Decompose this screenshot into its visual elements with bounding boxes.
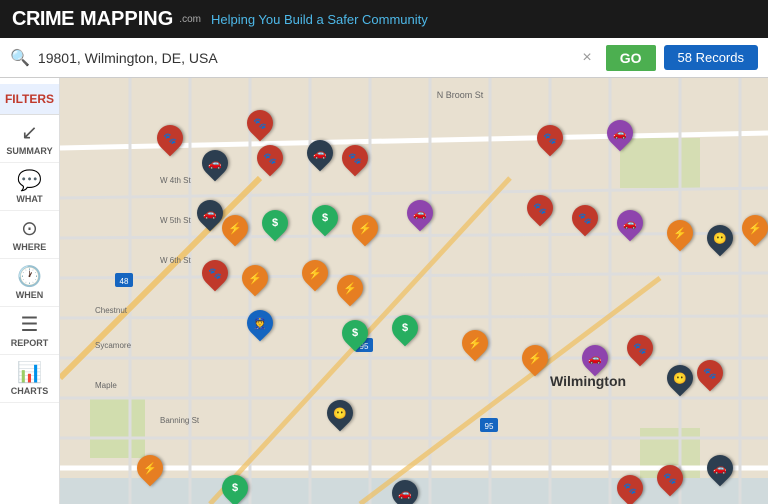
what-icon: 💬 [17,171,42,191]
sidebar-label-what: WHAT [16,194,42,204]
clear-button[interactable]: × [576,47,597,69]
sidebar: FILTERS ↙ SUMMARY 💬 WHAT ⊙ WHERE 🕐 WHEN … [0,78,60,504]
sidebar-label-report: REPORT [11,338,49,348]
main: FILTERS ↙ SUMMARY 💬 WHAT ⊙ WHERE 🕐 WHEN … [0,78,768,504]
sidebar-label-charts: CHARTS [11,386,49,396]
when-icon: 🕐 [17,267,42,287]
svg-text:95: 95 [485,422,494,431]
search-icon: 🔍 [10,48,30,68]
sidebar-item-where[interactable]: ⊙ WHERE [0,211,59,259]
search-input[interactable] [38,50,568,66]
records-button[interactable]: 58 Records [664,45,758,70]
logo-mapping: MAPPING [80,8,173,31]
svg-text:Banning St: Banning St [160,416,200,425]
svg-text:Sycamore: Sycamore [95,341,132,350]
sidebar-item-summary[interactable]: ↙ SUMMARY [0,115,59,163]
go-button[interactable]: GO [606,45,656,71]
tagline: Helping You Build a Safer Community [211,12,428,27]
filters-button[interactable]: FILTERS [0,84,59,115]
svg-text:N Broom St: N Broom St [437,90,484,100]
sidebar-label-when: WHEN [16,290,44,300]
report-icon: ☰ [21,315,39,335]
logo-crime: CRIME [12,8,74,31]
sidebar-item-when[interactable]: 🕐 WHEN [0,259,59,307]
sidebar-label-summary: SUMMARY [6,146,52,156]
sidebar-item-report[interactable]: ☰ REPORT [0,307,59,355]
svg-text:W 6th St: W 6th St [160,256,191,265]
svg-text:48: 48 [120,277,129,286]
svg-text:W 5th St: W 5th St [160,216,191,225]
summary-icon: ↙ [21,123,38,143]
svg-text:Chestnut: Chestnut [95,306,128,315]
svg-text:W 4th St: W 4th St [160,176,191,185]
header: CRIME MAPPING .com Helping You Build a Saf… [0,0,768,38]
logo-com: .com [179,14,201,25]
map-area[interactable]: 95 95 48 N Broom St W 4th St W 5th St W … [60,78,768,504]
sidebar-label-where: WHERE [13,242,47,252]
charts-icon: 📊 [17,363,42,383]
sidebar-item-charts[interactable]: 📊 CHARTS [0,355,59,403]
search-bar: 🔍 × GO 58 Records [0,38,768,78]
where-icon: ⊙ [21,219,38,239]
svg-text:Maple: Maple [95,381,117,390]
sidebar-item-what[interactable]: 💬 WHAT [0,163,59,211]
